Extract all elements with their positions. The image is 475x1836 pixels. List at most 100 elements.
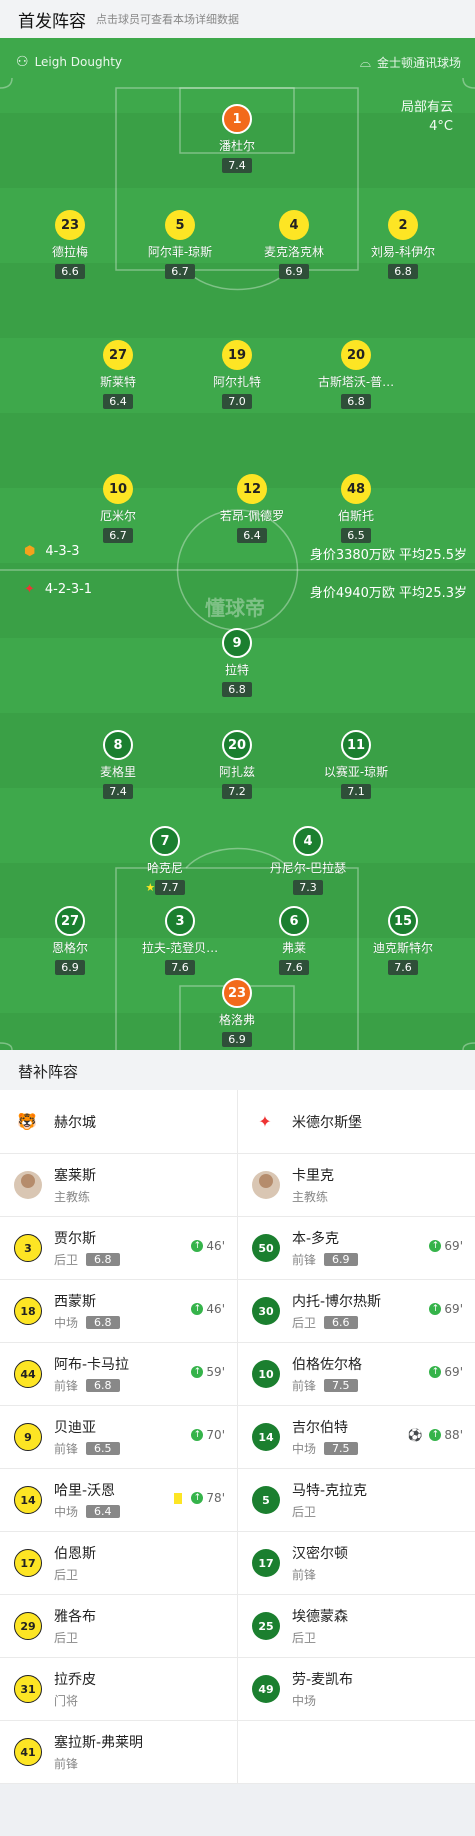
away-sub-cell[interactable]: 10 伯格佐尔格 前锋 7.5 ↑ 69' [237,1343,475,1405]
shirt-number: 27 [55,906,85,936]
shirt-number: 9 [222,628,252,658]
home-sub-cell[interactable]: 18 西蒙斯 中场 6.8 ↑ 46' [0,1280,237,1342]
away-player-3[interactable]: 11 以赛亚-琼斯 7.1 [301,730,411,799]
shirt-number: 8 [103,730,133,760]
home-coach-avatar [14,1171,42,1199]
sub-name: 雅各布 [54,1609,96,1625]
player-name: 古斯塔沃-普… [317,375,395,389]
away-sub-cell[interactable]: 49 劳-麦凯布 中场 [237,1658,475,1720]
sub-name: 阿布-卡马拉 [54,1357,130,1373]
home-sub-cell[interactable]: 14 哈里-沃恩 中场 6.4 ↑ 78' [0,1469,237,1531]
home-player-1[interactable]: 23 德拉梅 6.6 [15,210,125,279]
away-sub-cell[interactable]: 25 埃德蒙森后卫 [237,1595,475,1657]
sub-position: 后卫 [292,1631,317,1645]
away-player-0[interactable]: 9 拉特 6.8 [182,628,292,697]
sub-rating: 6.8 [86,1253,120,1266]
home-coach-name: 塞莱斯 [54,1168,96,1184]
player-rating: 6.8 [388,264,418,279]
home-player-10[interactable]: 48 伯斯托 6.5 [301,474,411,543]
sub-rating: 6.4 [86,1505,120,1518]
home-player-3[interactable]: 4 麦克洛克林 6.9 [239,210,349,279]
sub-meta: 中场 6.8 [54,1314,120,1331]
away-team-cell[interactable]: ✦ 米德尔斯堡 [237,1090,475,1153]
sub-in-info: ↑ 78' [174,1491,225,1505]
home-sub-cell[interactable]: 17 伯恩斯 后卫 [0,1532,237,1594]
home-coach-cell[interactable]: 塞莱斯 主教练 [0,1154,237,1216]
away-sub-cell[interactable]: 14 吉尔伯特 中场 7.5 ⚽ ↑ 88' [237,1406,475,1468]
home-player-0[interactable]: 1 潘杜尔 7.4 [182,104,292,173]
sub-in-icon: ↑ [191,1240,204,1252]
sub-rating: 6.9 [324,1253,358,1266]
player-rating: 7.6 [165,960,195,975]
shirt-number: 15 [388,906,418,936]
away-player-5[interactable]: 4 丹尼尔-巴拉瑟 7.3 [253,826,363,895]
sub-name: 哈里-沃恩 [54,1483,116,1499]
home-crest-icon: 🐯 [17,1112,37,1131]
sub-position: 前锋 [292,1568,317,1582]
player-rating: 6.9 [279,264,309,279]
away-player-4[interactable]: 7 哈克尼 ★ 7.7 [110,826,220,895]
home-player-9[interactable]: 12 若昂-佩德罗 6.4 [197,474,307,543]
sub-position: 前锋 [292,1379,317,1393]
away-player-1[interactable]: 8 麦格里 7.4 [63,730,173,799]
sub-in-info: ↑ 69' [429,1365,463,1379]
away-player-10[interactable]: 23 格洛弗 6.9 [182,978,292,1047]
away-player-9[interactable]: 15 迪克斯特尔 7.6 [348,906,458,975]
home-player-5[interactable]: 27 斯莱特 6.4 [63,340,173,409]
sub-meta: 中场 [292,1692,353,1709]
goal-icon: ⚽ [407,1428,423,1442]
player-name: 迪克斯特尔 [372,941,433,955]
player-name: 以赛亚-琼斯 [323,765,389,779]
player-name: 德拉梅 [51,245,88,259]
subs-title: 替补阵容 [0,1050,475,1090]
player-rating: 7.7 [155,880,185,895]
shirt-number: 30 [252,1297,280,1325]
shirt-number: 25 [252,1612,280,1640]
sub-position: 门将 [54,1694,79,1708]
sub-name: 埃德蒙森 [292,1609,348,1625]
away-sub-cell[interactable]: 17 汉密尔顿 前锋 [237,1532,475,1594]
away-coach-cell[interactable]: 卡里克 主教练 [237,1154,475,1216]
home-sub-cell[interactable]: 9 贝迪亚 前锋 6.5 ↑ 70' [0,1406,237,1468]
player-name: 刘易-科伊尔 [370,245,436,259]
referee-info: ⚇ Leigh Doughty [16,54,122,70]
player-rating: 6.4 [103,394,133,409]
shirt-number: 41 [14,1738,42,1766]
home-sub-cell[interactable]: 44 阿布-卡马拉 前锋 6.8 ↑ 59' [0,1343,237,1405]
sub-name: 拉乔皮 [54,1672,96,1688]
away-player-2[interactable]: 20 阿扎兹 7.2 [182,730,292,799]
sub-in-icon: ↑ [429,1240,442,1252]
home-player-7[interactable]: 20 古斯塔沃-普… 6.8 [301,340,411,409]
sub-meta: 中场 6.4 [54,1503,120,1520]
sub-in-time: 69' [444,1239,463,1253]
away-sub-cell[interactable]: 30 内托-博尔热斯 后卫 6.6 ↑ 69' [237,1280,475,1342]
sub-in-time: 69' [444,1302,463,1316]
home-sub-cell[interactable]: 41 塞拉斯-弗莱明 前锋 [0,1721,237,1783]
home-sub-cell[interactable]: 29 雅各布 后卫 [0,1595,237,1657]
home-player-6[interactable]: 19 阿尔扎特 7.0 [182,340,292,409]
sub-meta: 门将 [54,1692,96,1709]
sub-row: 17 伯恩斯 后卫 17 汉密尔顿 前锋 [0,1532,475,1595]
away-team-name: 米德尔斯堡 [292,1114,362,1131]
home-formation: ⬢ 4-3-3 [24,544,80,559]
away-sub-cell[interactable]: 50 本-多克 前锋 6.9 ↑ 69' [237,1217,475,1279]
away-player-7[interactable]: 3 拉夫-范登贝… 7.6 [125,906,235,975]
away-sub-cell[interactable]: 5 马特-克拉克 后卫 [237,1469,475,1531]
home-sub-cell[interactable]: 31 拉乔皮 门将 [0,1658,237,1720]
home-player-2[interactable]: 5 阿尔菲-琼斯 6.7 [125,210,235,279]
shirt-number: 23 [55,210,85,240]
home-player-4[interactable]: 2 刘易-科伊尔 6.8 [348,210,458,279]
home-team-cell[interactable]: 🐯 赫尔城 [0,1090,237,1153]
sub-position: 前锋 [54,1442,79,1456]
sub-meta: 前锋 [292,1566,348,1583]
sub-position: 前锋 [54,1379,79,1393]
away-player-6[interactable]: 27 恩格尔 6.9 [15,906,125,975]
sub-info: 埃德蒙森 后卫 [292,1606,348,1646]
home-sub-cell[interactable]: 3 贾尔斯 后卫 6.8 ↑ 46' [0,1217,237,1279]
sub-in-icon: ↑ [191,1429,204,1441]
lineup-hint: 点击球员可查看本场详细数据 [96,13,239,26]
sub-row: 9 贝迪亚 前锋 6.5 ↑ 70' 14 吉尔伯特 中场 7.5 ⚽ ↑ 88' [0,1406,475,1469]
away-player-8[interactable]: 6 弗莱 7.6 [239,906,349,975]
home-player-8[interactable]: 10 厄米尔 6.7 [63,474,173,543]
home-formation-label: 4-3-3 [45,544,80,559]
